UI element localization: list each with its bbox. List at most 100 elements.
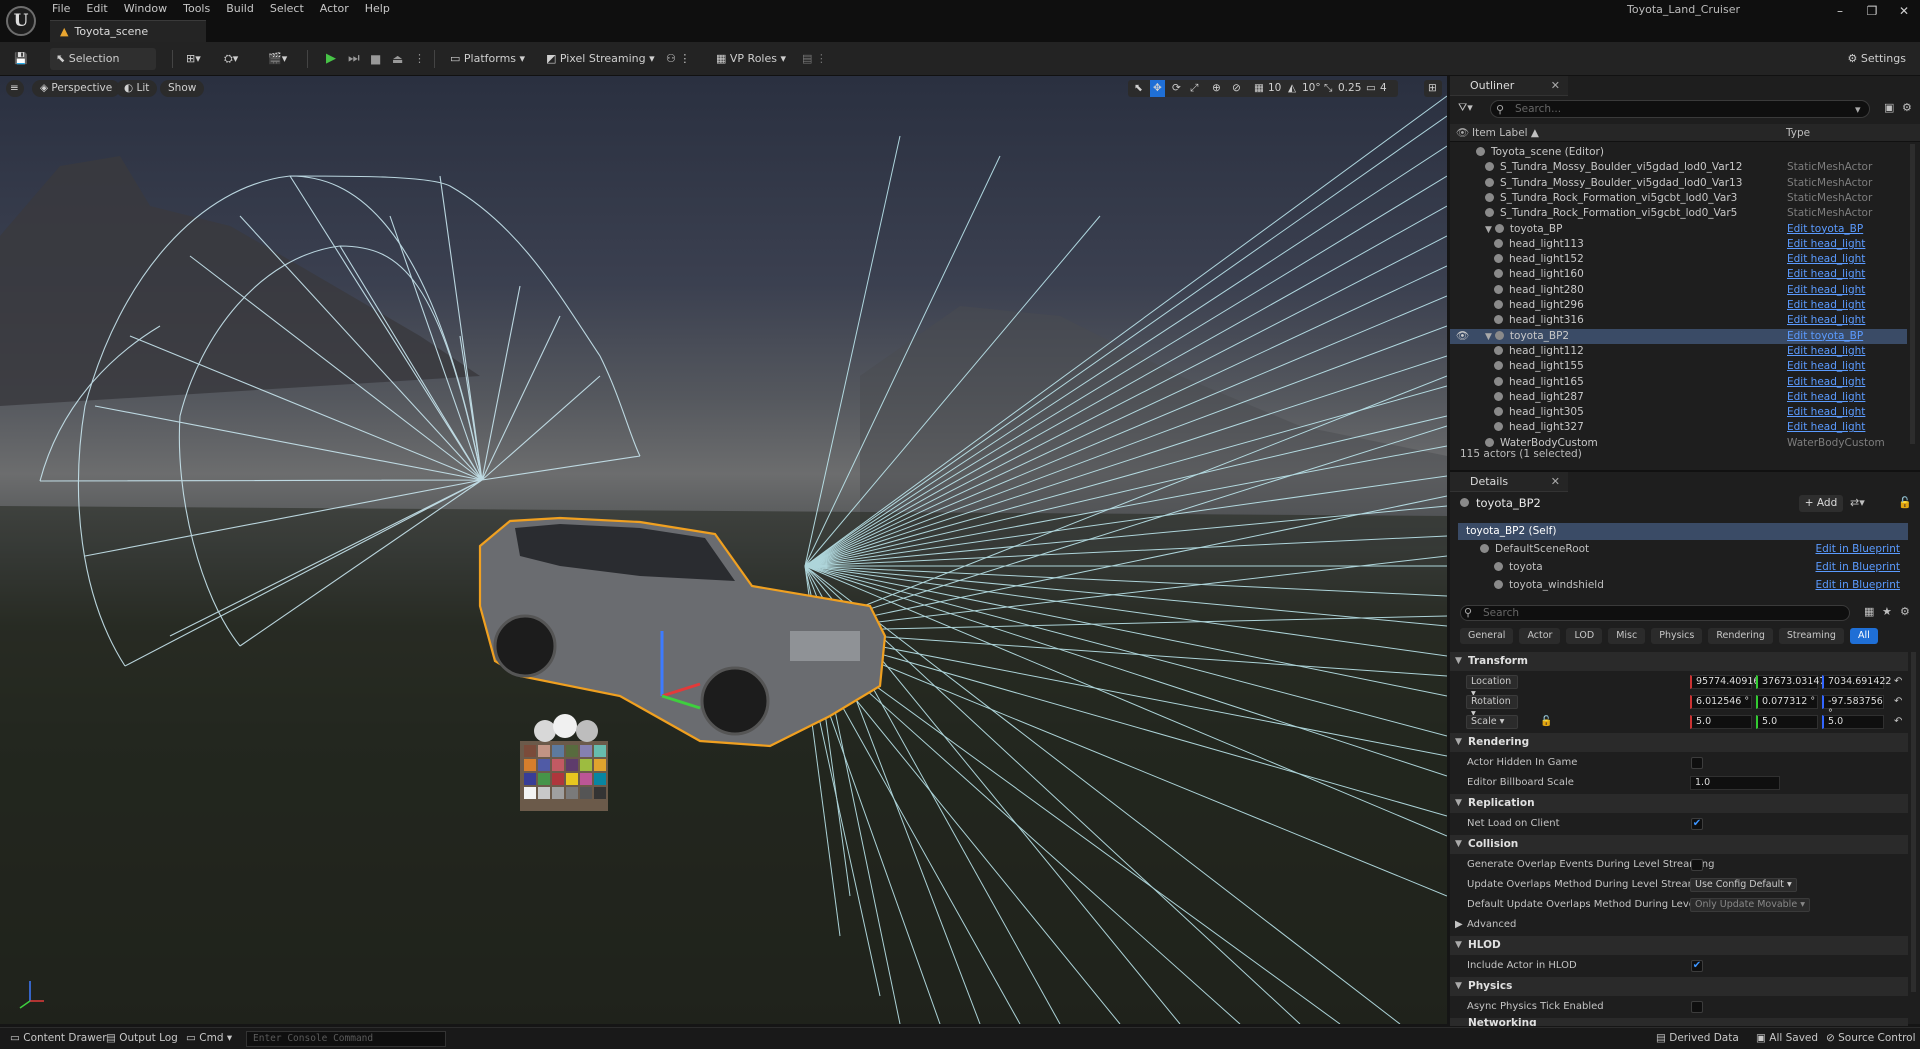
pixel-streaming-dropdown[interactable]: ◩ Pixel Streaming ▾ (540, 48, 661, 70)
actor-name[interactable]: toyota_BP2 (1476, 496, 1541, 510)
filter-streaming[interactable]: Streaming (1778, 628, 1844, 644)
reset-icon[interactable]: ↶ (1894, 672, 1902, 692)
eject-button[interactable]: ⏏ (386, 48, 409, 70)
grid-snap-icon[interactable]: ▦ (1254, 80, 1264, 97)
component-row[interactable]: toyota Edit in Blueprint (1458, 559, 1908, 576)
gear-icon[interactable]: ⚙ (1902, 101, 1912, 114)
scale-snap-icon[interactable]: ⤡ (1324, 80, 1332, 97)
location-z-field[interactable]: 7034.691422 (1822, 675, 1891, 689)
net-load-checkbox[interactable]: ✔ (1691, 818, 1703, 830)
world-local-icon[interactable]: ⊕ (1212, 80, 1221, 97)
lock-icon[interactable]: 🔓 (1898, 496, 1912, 509)
move-tool-icon[interactable]: ✥ (1150, 80, 1165, 97)
close-icon[interactable]: ✕ (1551, 76, 1560, 96)
close-icon[interactable]: ✕ (1551, 472, 1560, 492)
visibility-icon[interactable]: 👁 (1456, 329, 1469, 344)
location-y-field[interactable]: 37673.031476 (1756, 675, 1832, 689)
edit-blueprint-link[interactable]: Edit head_light (1787, 344, 1865, 359)
add-content-icon[interactable]: ⊞▾ (180, 48, 207, 70)
gen-overlap-checkbox[interactable] (1691, 859, 1703, 871)
outliner-row[interactable]: head_light316 Edit head_light (1450, 313, 1907, 328)
derived-data-button[interactable]: ▤ Derived Data (1656, 1028, 1739, 1049)
table-view-icon[interactable]: ▦ (1864, 605, 1874, 618)
unreal-logo-icon[interactable]: U (6, 6, 36, 36)
rotation-y-field[interactable]: 0.077312 ° (1756, 695, 1818, 709)
surface-snap-icon[interactable]: ⊘ (1232, 80, 1241, 97)
rotation-z-field[interactable]: -97.583756 ° (1822, 695, 1884, 719)
edit-blueprint-link[interactable]: Edit head_light (1787, 313, 1865, 328)
chevron-down-icon[interactable]: ▼ (1485, 332, 1492, 342)
lit-button[interactable]: ◐ Lit (116, 80, 158, 97)
selection-mode-dropdown[interactable]: ⬉ Selection Mode ▾ (50, 48, 156, 87)
edit-blueprint-link[interactable]: Edit head_light (1787, 237, 1865, 252)
grid-snap-value[interactable]: 10 (1268, 80, 1281, 97)
scale-snap-value[interactable]: 0.25 (1338, 80, 1361, 97)
scale-dropdown[interactable]: Scale ▾ (1466, 715, 1518, 729)
edit-blueprint-link[interactable]: Edit head_light (1787, 267, 1865, 282)
lock-ratio-icon[interactable]: 🔓 (1540, 712, 1552, 732)
settings-dropdown[interactable]: ⚙ Settings (1842, 48, 1912, 70)
edit-blueprint-link[interactable]: Edit head_light (1787, 359, 1865, 374)
physics-section[interactable]: ▼ Physics (1450, 977, 1908, 996)
platforms-dropdown[interactable]: ▭ Platforms ▾ (444, 48, 531, 70)
filter-icon[interactable]: ⛛▾ (1458, 101, 1473, 115)
favorites-icon[interactable]: ★ (1882, 605, 1892, 618)
minimize-button[interactable]: – (1824, 0, 1856, 22)
all-saved-button[interactable]: ▣ All Saved (1756, 1028, 1818, 1049)
edit-blueprint-link[interactable]: Edit head_light (1787, 298, 1865, 313)
vp-icon[interactable]: ⚇ ⋮ (660, 48, 696, 70)
camera-speed-icon[interactable]: ▭ (1366, 80, 1376, 97)
outliner-row[interactable]: head_light155 Edit head_light (1450, 359, 1907, 374)
edit-blueprint-link[interactable]: Edit head_light (1787, 405, 1865, 420)
rotate-tool-icon[interactable]: ⟳ (1172, 80, 1181, 97)
filter-general[interactable]: General (1460, 628, 1514, 644)
add-component-button[interactable]: + Add (1799, 495, 1843, 512)
save-icon[interactable]: 💾 (8, 48, 34, 70)
rotation-x-field[interactable]: 6.012546 ° (1690, 695, 1752, 709)
edit-in-blueprint-link[interactable]: Edit in Blueprint (1816, 541, 1901, 558)
source-control-button[interactable]: ⊘ Source Control (1826, 1028, 1916, 1049)
menu-help[interactable]: Help (357, 0, 398, 17)
reset-icon[interactable]: ↶ (1894, 692, 1902, 712)
edit-blueprint-link[interactable]: Edit head_light (1787, 252, 1865, 267)
outliner-tab[interactable]: Outliner ✕ (1450, 76, 1568, 96)
blueprint-icon[interactable]: ⛭▾ (218, 48, 244, 70)
edit-blueprint-link[interactable]: Edit toyota_BP (1787, 222, 1863, 237)
component-row[interactable]: DefaultSceneRoot Edit in Blueprint (1458, 541, 1908, 558)
location-x-field[interactable]: 95774.409165 (1690, 675, 1766, 689)
blueprint-options-icon[interactable]: ⇄▾ (1850, 496, 1865, 509)
async-physics-checkbox[interactable] (1691, 1001, 1703, 1013)
hamburger-menu-icon[interactable]: ≡ (6, 80, 24, 97)
menu-edit[interactable]: Edit (78, 0, 115, 17)
details-tab[interactable]: Details ✕ (1450, 472, 1568, 492)
type-column[interactable]: Type (1786, 124, 1810, 142)
perspective-button[interactable]: ◈ Perspective (32, 80, 121, 97)
filter-rendering[interactable]: Rendering (1708, 628, 1773, 644)
edit-blueprint-link[interactable]: Edit head_light (1787, 420, 1865, 435)
content-drawer-button[interactable]: ▭ Content Drawer (10, 1028, 107, 1049)
rendering-section[interactable]: ▼ Rendering (1450, 733, 1908, 752)
edit-in-blueprint-link[interactable]: Edit in Blueprint (1816, 559, 1901, 576)
maximize-button[interactable]: ❐ (1856, 0, 1888, 22)
outliner-row[interactable]: S_Tundra_Mossy_Boulder_vi5gdad_lod0_Var1… (1450, 176, 1907, 191)
outliner-row[interactable]: head_light296 Edit head_light (1450, 298, 1907, 313)
outliner-row[interactable]: head_light112 Edit head_light (1450, 344, 1907, 359)
vp-roles-dropdown[interactable]: ▦ VP Roles ▾ (710, 48, 792, 70)
select-tool-icon[interactable]: ⬉ (1134, 80, 1143, 97)
play-button[interactable]: ▶ (320, 48, 342, 70)
layout-icon[interactable]: ▤ ⋮ (796, 48, 833, 70)
level-viewport[interactable]: ≡ ◈ Perspective ◐ Lit Show ⬉ ✥ ⟳ ⤢ ⊕ ⊘ ▦… (0, 76, 1447, 1024)
reset-icon[interactable]: ↶ (1894, 712, 1902, 732)
menu-file[interactable]: File (44, 0, 78, 17)
outliner-row[interactable]: ▼ toyota_BP Edit toyota_BP (1450, 222, 1907, 237)
filter-lod[interactable]: LOD (1566, 628, 1603, 644)
filter-misc[interactable]: Misc (1608, 628, 1646, 644)
camera-speed-value[interactable]: 4 (1380, 80, 1387, 97)
edit-blueprint-link[interactable]: Edit toyota_BP (1787, 329, 1863, 344)
menu-actor[interactable]: Actor (312, 0, 357, 17)
level-tab[interactable]: ▲ Toyota_scene (50, 20, 206, 42)
close-button[interactable]: ✕ (1888, 0, 1920, 22)
stop-button[interactable]: ■ (364, 48, 387, 70)
include-hlod-checkbox[interactable]: ✔ (1691, 960, 1703, 972)
advanced-row[interactable]: ▶ Advanced (1450, 915, 1908, 935)
